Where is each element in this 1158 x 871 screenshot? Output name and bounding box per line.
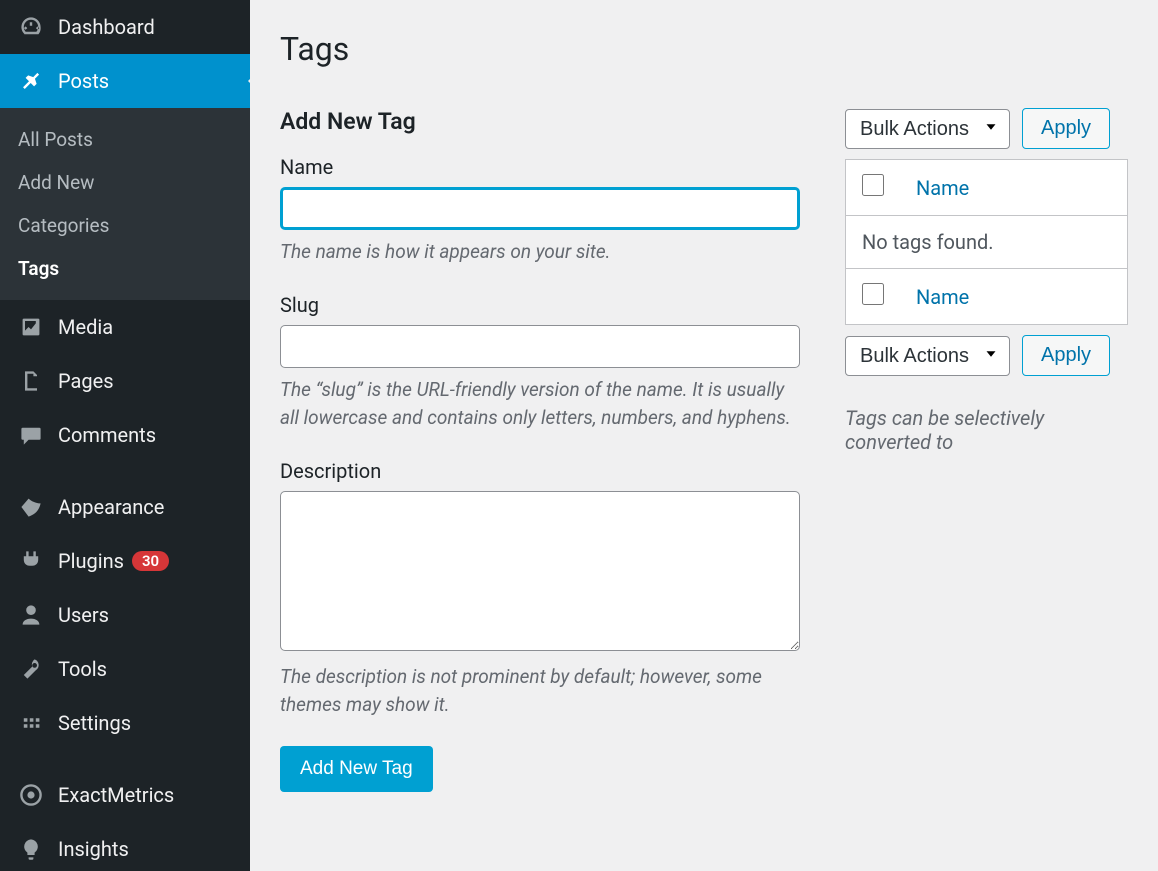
sidebar-item-plugins[interactable]: Plugins 30 <box>0 534 250 588</box>
main-content: Tags Add New Tag Name The name is how it… <box>250 0 1158 871</box>
sidebar-label-pages: Pages <box>58 369 114 393</box>
add-tag-form: Add New Tag Name The name is how it appe… <box>280 108 800 792</box>
users-icon <box>18 602 44 628</box>
pin-icon <box>18 68 44 94</box>
sidebar-label-appearance: Appearance <box>58 495 164 519</box>
description-label: Description <box>280 459 800 483</box>
column-header-name[interactable]: Name <box>900 160 1128 216</box>
apply-button-bottom[interactable]: Apply <box>1022 335 1110 376</box>
name-input[interactable] <box>280 187 800 230</box>
sidebar-label-posts: Posts <box>58 69 109 93</box>
exactmetrics-icon <box>18 782 44 808</box>
name-hint: The name is how it appears on your site. <box>280 238 800 267</box>
page-title: Tags <box>280 30 1128 68</box>
sidebar-label-exactmetrics: ExactMetrics <box>58 783 174 807</box>
sidebar-label-comments: Comments <box>58 423 156 447</box>
description-input[interactable] <box>280 491 800 651</box>
separator <box>0 462 250 480</box>
sidebar-subitem-all-posts[interactable]: All Posts <box>0 118 250 161</box>
sidebar-item-tools[interactable]: Tools <box>0 642 250 696</box>
sidebar-item-pages[interactable]: Pages <box>0 354 250 408</box>
column-footer-name[interactable]: Name <box>900 269 1128 325</box>
sidebar-label-tools: Tools <box>58 657 107 681</box>
sidebar-label-dashboard: Dashboard <box>58 15 155 39</box>
footer-note: Tags can be selectively converted to <box>845 406 1128 454</box>
tags-table: Name No tags found. Name <box>845 159 1128 325</box>
sidebar-label-settings: Settings <box>58 711 131 735</box>
tools-icon <box>18 656 44 682</box>
slug-hint: The “slug” is the URL-friendly version o… <box>280 376 800 433</box>
sidebar-subitem-add-new[interactable]: Add New <box>0 161 250 204</box>
comments-icon <box>18 422 44 448</box>
sidebar-item-posts[interactable]: Posts <box>0 54 250 108</box>
sidebar-item-media[interactable]: Media <box>0 300 250 354</box>
sidebar-item-dashboard[interactable]: Dashboard <box>0 0 250 54</box>
settings-icon <box>18 710 44 736</box>
slug-input[interactable] <box>280 325 800 368</box>
separator <box>0 750 250 768</box>
description-hint: The description is not prominent by defa… <box>280 663 800 720</box>
bulk-actions-select-top[interactable]: Bulk Actions <box>845 109 1010 149</box>
sidebar-item-appearance[interactable]: Appearance <box>0 480 250 534</box>
slug-label: Slug <box>280 293 800 317</box>
appearance-icon <box>18 494 44 520</box>
admin-sidebar: Dashboard Posts All Posts Add New Catego… <box>0 0 250 871</box>
apply-button-top[interactable]: Apply <box>1022 108 1110 149</box>
form-heading: Add New Tag <box>280 108 800 135</box>
table-row-empty: No tags found. <box>846 216 1128 269</box>
insights-icon <box>18 836 44 862</box>
sidebar-item-comments[interactable]: Comments <box>0 408 250 462</box>
plugins-icon <box>18 548 44 574</box>
bulk-actions-select-bottom[interactable]: Bulk Actions <box>845 336 1010 376</box>
add-new-tag-button[interactable]: Add New Tag <box>280 746 433 792</box>
sidebar-item-settings[interactable]: Settings <box>0 696 250 750</box>
sidebar-item-users[interactable]: Users <box>0 588 250 642</box>
no-tags-message: No tags found. <box>846 216 1128 269</box>
posts-submenu: All Posts Add New Categories Tags <box>0 108 250 300</box>
sidebar-item-exactmetrics[interactable]: ExactMetrics <box>0 768 250 822</box>
sidebar-label-media: Media <box>58 315 113 339</box>
sidebar-label-users: Users <box>58 603 109 627</box>
dashboard-icon <box>18 14 44 40</box>
sidebar-subitem-tags[interactable]: Tags <box>0 247 250 290</box>
tags-list-column: Bulk Actions Apply Name N <box>845 108 1128 792</box>
name-label: Name <box>280 155 800 179</box>
sidebar-label-plugins: Plugins <box>58 549 124 573</box>
sidebar-label-insights: Insights <box>58 837 129 861</box>
select-all-checkbox-top[interactable] <box>862 174 884 196</box>
select-all-checkbox-bottom[interactable] <box>862 283 884 305</box>
media-icon <box>18 314 44 340</box>
plugins-update-badge: 30 <box>132 551 169 571</box>
pages-icon <box>18 368 44 394</box>
sidebar-subitem-categories[interactable]: Categories <box>0 204 250 247</box>
sidebar-item-insights[interactable]: Insights <box>0 822 250 871</box>
